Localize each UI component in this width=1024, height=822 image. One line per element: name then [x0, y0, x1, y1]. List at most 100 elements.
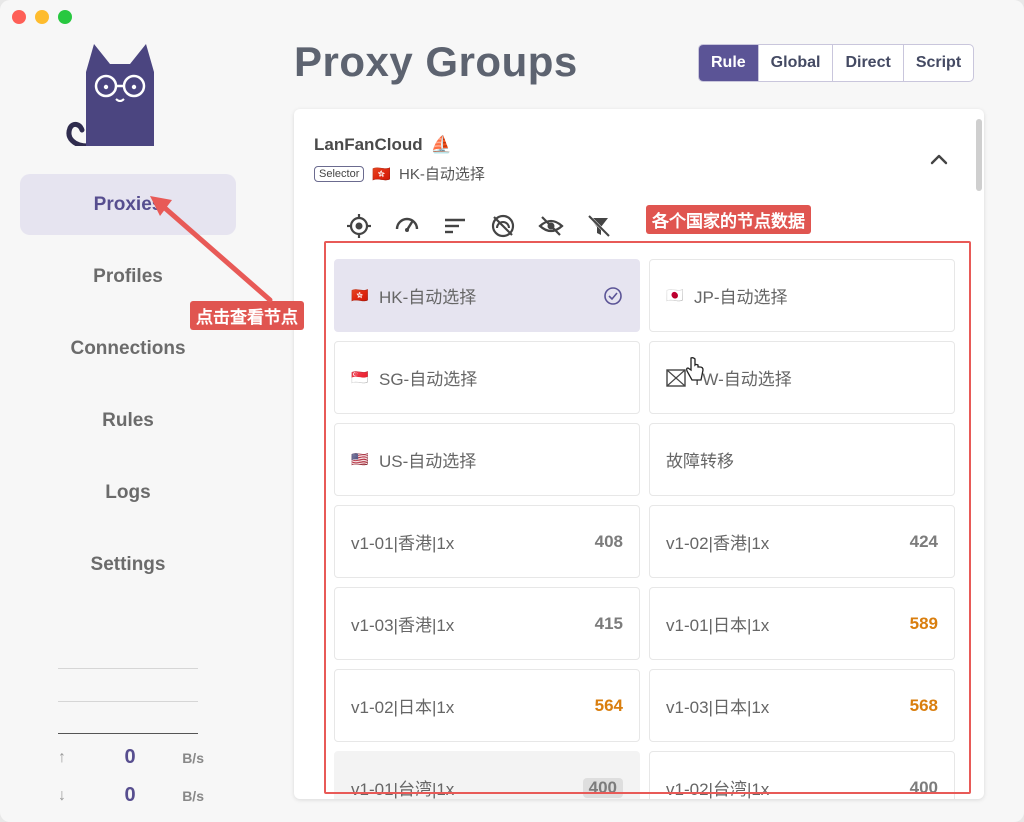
proxy-node-delay[interactable]: 400 [582, 777, 623, 798]
proxy-node-label: HK-自动选择 [379, 288, 477, 307]
page-title: Proxy Groups [294, 38, 578, 85]
proxy-node-label: US-自动选择 [379, 452, 477, 471]
nodes-hint-annotation: 各个国家的节点数据 [646, 205, 811, 234]
filter-off-icon[interactable] [586, 213, 612, 239]
speed-test-icon[interactable] [394, 213, 420, 239]
proxy-node-card[interactable]: v1-01|台湾|1x 400 [334, 751, 640, 799]
proxy-node-name: 🇯🇵 JP-自动选择 [666, 283, 788, 308]
proxy-node-delay[interactable]: 408 [595, 532, 623, 552]
proxy-node-card[interactable]: v1-01|香港|1x 408 [334, 505, 640, 578]
proxy-node-card[interactable]: v1-02|香港|1x 424 [649, 505, 955, 578]
download-value: 0 [124, 784, 136, 806]
sidebar-item-label: Settings [90, 553, 166, 575]
group-current-node: HK-自动选择 [399, 166, 485, 183]
proxy-node-name: 🇸🇬 SG-自动选择 [351, 365, 477, 390]
proxy-node-name: v1-01|香港|1x [351, 529, 454, 554]
download-speed: ↓ 0 B/s [58, 784, 204, 807]
proxy-node-card[interactable]: v1-02|日本|1x 564 [334, 669, 640, 742]
proxy-node-label: v1-03|日本|1x [666, 698, 770, 717]
flag-icon: 🇸🇬 [351, 369, 369, 385]
upload-value: 0 [124, 746, 136, 768]
sailboat-icon: ⛵ [430, 135, 452, 154]
mode-global-button[interactable]: Global [757, 45, 833, 81]
proxy-node-name: v1-01|台湾|1x [351, 775, 454, 799]
proxy-node-card[interactable]: v1-01|日本|1x 589 [649, 587, 955, 660]
proxy-node-delay[interactable]: 415 [595, 614, 623, 634]
proxy-node-name: 故障转移 [666, 447, 734, 472]
proxy-node-name: v1-02|香港|1x [666, 529, 769, 554]
sidebar-item-logs[interactable]: Logs [20, 462, 236, 523]
check-circle-icon [604, 286, 622, 305]
chevron-up-icon[interactable] [928, 149, 950, 171]
mode-switcher: Rule Global Direct Script [698, 44, 975, 82]
mode-script-button[interactable]: Script [902, 45, 973, 81]
sidebar-item-settings[interactable]: Settings [20, 534, 236, 595]
proxy-node-delay[interactable]: 568 [910, 696, 938, 716]
cat-logo-icon [66, 44, 154, 146]
group-header[interactable]: LanFanCloud ⛵ [314, 135, 452, 155]
traffic-graph-baseline [58, 733, 198, 734]
sidebar-item-label: Connections [70, 337, 186, 359]
proxy-node-card[interactable]: 🇸🇬 SG-自动选择 [334, 341, 640, 414]
group-name: LanFanCloud [314, 135, 423, 154]
proxy-node-delay[interactable]: 589 [910, 614, 938, 634]
sidebar: Proxies Profiles Connections Rules Logs … [0, 0, 256, 822]
annotation-arrow [150, 196, 273, 303]
proxy-node-label: v1-03|香港|1x [351, 616, 455, 635]
proxy-node-card[interactable]: 🇺🇸 US-自动选择 [334, 423, 640, 496]
group-type-badge: Selector [314, 165, 365, 182]
flag-icon: 🇯🇵 [666, 287, 684, 303]
proxy-node-label: v1-02|香港|1x [666, 534, 770, 553]
group-toolbar [346, 213, 612, 239]
group-subtitle: Selector 🇭🇰 HK-自动选择 [314, 163, 485, 184]
proxy-node-name: 🇺🇸 US-自动选择 [351, 447, 476, 472]
hide-icon[interactable] [538, 213, 564, 239]
sort-icon[interactable] [442, 213, 468, 239]
proxy-node-delay[interactable]: 564 [595, 696, 623, 716]
proxy-node-card[interactable]: 🇭🇰 HK-自动选择 [334, 259, 640, 332]
proxy-node-label: v1-02|台湾|1x [666, 780, 770, 799]
traffic-graph-line [58, 668, 198, 669]
proxy-node-card[interactable]: 故障转移 [649, 423, 955, 496]
proxy-node-name: v1-03|香港|1x [351, 611, 454, 636]
download-unit: B/s [182, 787, 204, 804]
proxy-node-name: v1-02|日本|1x [351, 693, 454, 718]
upload-speed: ↑ 0 B/s [58, 746, 204, 769]
hand-cursor-icon [686, 357, 704, 381]
flag-icon: 🇺🇸 [351, 451, 369, 467]
app-window: Proxies Profiles Connections Rules Logs … [0, 0, 1024, 822]
proxy-node-label: v1-01|日本|1x [666, 616, 770, 635]
mode-rule-button[interactable]: Rule [699, 45, 758, 81]
arrow-up-icon: ↑ [58, 748, 66, 766]
proxy-node-card[interactable]: v1-03|日本|1x 568 [649, 669, 955, 742]
upload-unit: B/s [182, 749, 204, 766]
hide-unavailable-icon[interactable] [490, 213, 516, 239]
proxy-node-delay[interactable]: 424 [910, 532, 938, 552]
proxy-node-label: JP-自动选择 [694, 288, 788, 307]
proxy-node-name: v1-02|台湾|1x [666, 775, 769, 799]
proxy-node-name: 🇭🇰 HK-自动选择 [351, 283, 476, 308]
scrollbar[interactable] [976, 119, 982, 191]
proxy-node-label: 故障转移 [666, 452, 734, 471]
proxy-node-label: TW-自动选择 [692, 370, 792, 389]
proxy-node-card[interactable]: v1-02|台湾|1x 400 [649, 751, 955, 799]
sidebar-item-rules[interactable]: Rules [20, 390, 236, 451]
proxy-node-name: v1-01|日本|1x [666, 611, 769, 636]
mode-direct-button[interactable]: Direct [832, 45, 902, 81]
proxy-node-card[interactable]: v1-03|香港|1x 415 [334, 587, 640, 660]
sidebar-item-label: Rules [102, 409, 154, 431]
proxy-node-name: v1-03|日本|1x [666, 693, 769, 718]
proxy-group-card: LanFanCloud ⛵ Selector 🇭🇰 HK-自动选择 🇭🇰 HK-… [294, 109, 984, 799]
proxy-node-delay[interactable]: 400 [910, 778, 938, 798]
sidebar-item-label: Logs [105, 481, 151, 503]
arrow-down-icon: ↓ [58, 786, 66, 804]
target-icon[interactable] [346, 213, 372, 239]
proxy-node-card[interactable]: 🇯🇵 JP-自动选择 [649, 259, 955, 332]
proxy-node-label: v1-01|香港|1x [351, 534, 455, 553]
broken-image-icon [666, 368, 686, 387]
proxy-node-grid: 🇭🇰 HK-自动选择 🇯🇵 JP-自动选择 🇸🇬 SG-自动选择 TW-自动选择 🇺🇸 US-自… [334, 259, 956, 799]
traffic-graph-line [58, 701, 198, 702]
proxy-node-label: SG-自动选择 [379, 370, 478, 389]
flag-icon: 🇭🇰 [351, 287, 369, 303]
hk-flag-icon: 🇭🇰 [372, 165, 392, 183]
